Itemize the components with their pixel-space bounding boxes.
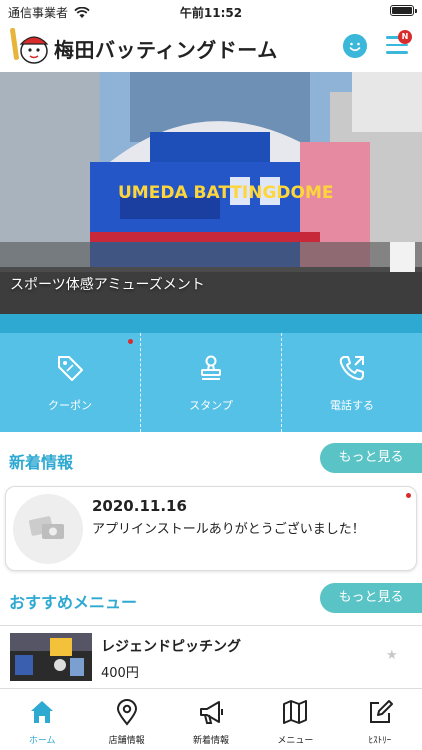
recommend-section-header: おすすめメニュー もっと見る (0, 583, 422, 615)
status-time: 午前11:52 (179, 6, 243, 20)
status-bar: 通信事業者 午前11:52 (0, 0, 422, 22)
edit-icon (369, 700, 393, 723)
home-icon (31, 701, 54, 723)
menu-list-item[interactable]: レジェンドピッチング 400円 ★ (0, 625, 422, 688)
phone-label: 電話する (330, 398, 374, 412)
tab-store-info-label: 店舗情報 (108, 736, 145, 746)
logo-icon (10, 27, 49, 64)
news-text: アプリインストールありがとうございました！ (92, 522, 365, 537)
coupon-button[interactable]: クーポン (0, 333, 140, 432)
phone-icon (339, 355, 364, 380)
news-section-title: 新着情報 (9, 453, 74, 472)
smiley-face-icon[interactable] (343, 34, 367, 58)
tab-news[interactable]: 新着情報 (169, 689, 253, 750)
hero-bottom-band (0, 314, 422, 333)
app-title: 梅田バッティングドーム (54, 38, 278, 62)
news-date: 2020.11.16 (92, 497, 187, 515)
bottom-tab-bar: ホーム 店舗情報 新着情報 メニュー ﾋｽﾄﾘｰ (0, 688, 422, 750)
tab-news-label: 新着情報 (193, 736, 230, 746)
tab-home-label: ホーム (28, 736, 56, 746)
map-pin-icon (116, 699, 137, 726)
menu-item-name: レジェンドピッチング (101, 639, 241, 655)
tab-history-label: ﾋｽﾄﾘｰ (368, 736, 392, 746)
recommend-section-title: おすすめメニュー (9, 593, 138, 612)
megaphone-icon (200, 701, 224, 724)
tab-menu[interactable]: メニュー (253, 689, 337, 750)
tab-home[interactable]: ホーム (0, 689, 84, 750)
hero-image: UMEDA BATTINGDOME スポーツ体感アミューズメント (0, 72, 422, 314)
news-more-button[interactable]: もっと見る (320, 443, 422, 473)
tab-history[interactable]: ﾋｽﾄﾘｰ (338, 689, 422, 750)
hero-caption: スポーツ体感アミューズメント (10, 277, 205, 293)
app-header: 梅田バッティングドーム N (0, 22, 422, 72)
news-thumbnail (13, 494, 83, 564)
photo-placeholder-icon (28, 516, 64, 539)
stamp-icon (201, 355, 221, 380)
battery-icon (390, 5, 417, 16)
stamp-label: スタンプ (189, 398, 233, 412)
news-unread-dot (406, 493, 411, 498)
favorite-star-icon[interactable]: ★ (386, 648, 398, 663)
phone-button[interactable]: 電話する (281, 333, 422, 432)
map-icon (283, 700, 308, 724)
coupon-new-dot (128, 339, 133, 344)
menu-item-thumbnail (10, 633, 92, 681)
recommend-more-button[interactable]: もっと見る (320, 583, 422, 613)
hero-sign-text: UMEDA BATTINGDOME (118, 183, 334, 203)
menu-item-price: 400円 (101, 666, 139, 681)
coupon-tag-icon (58, 355, 83, 381)
tab-menu-label: メニュー (277, 736, 314, 746)
news-section-header: 新着情報 もっと見る (0, 443, 422, 475)
news-card[interactable]: 2020.11.16 アプリインストールありがとうございました！ (5, 486, 417, 571)
tab-store-info[interactable]: 店舗情報 (84, 689, 168, 750)
stamp-button[interactable]: スタンプ (140, 333, 281, 432)
notification-badge: N (398, 30, 412, 44)
coupon-label: クーポン (48, 398, 92, 412)
action-panel: クーポン スタンプ 電話する (0, 333, 422, 432)
